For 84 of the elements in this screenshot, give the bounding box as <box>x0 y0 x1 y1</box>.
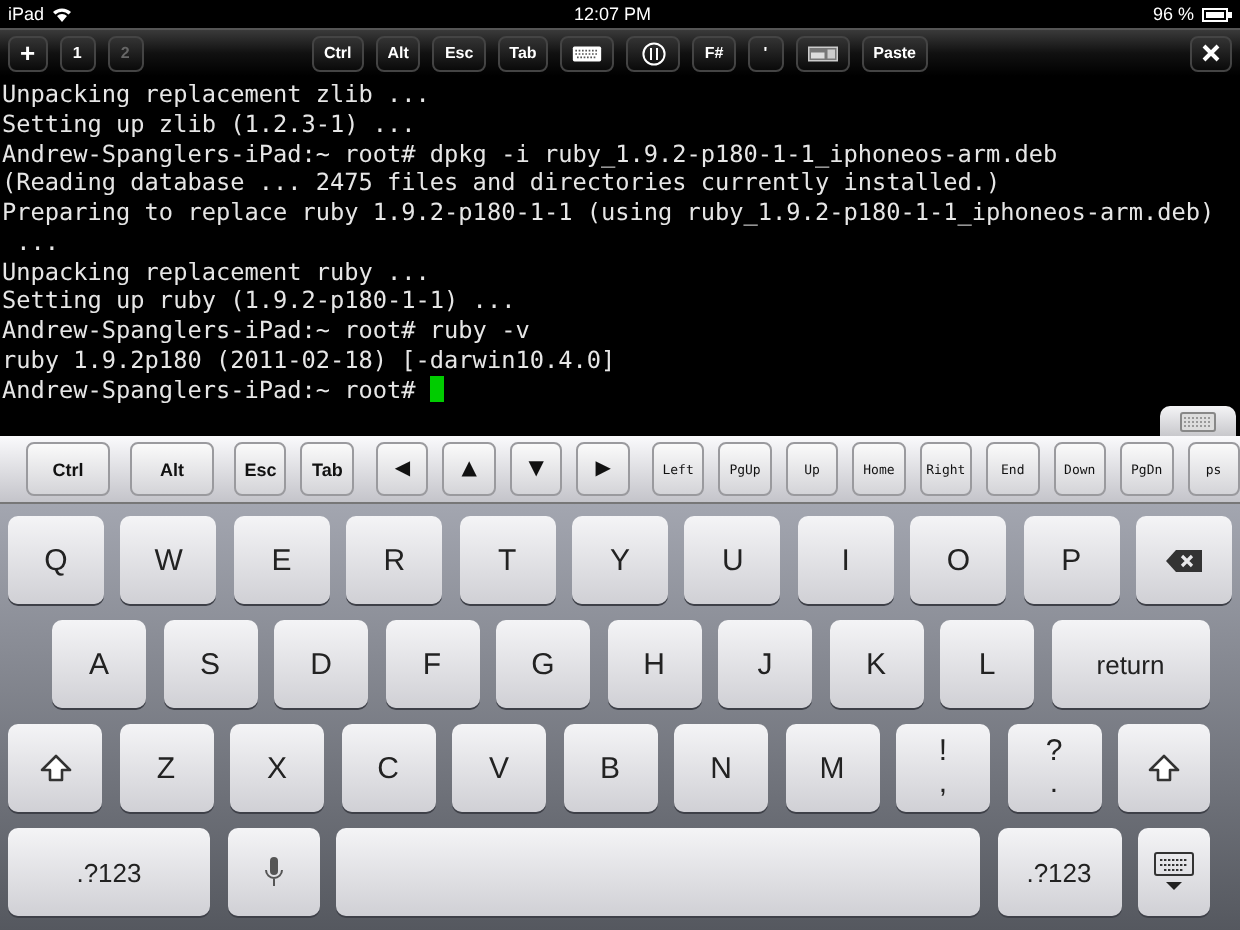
key[interactable]: ! , <box>896 724 990 812</box>
return-key[interactable]: return <box>1051 620 1210 708</box>
terminal-line: ... <box>14 227 62 257</box>
key[interactable]: X <box>230 724 324 812</box>
key[interactable]: G <box>496 620 590 708</box>
terminal-line: (Reading database ... 2475 files and directories currently installed.) <box>2 168 1003 198</box>
keyboard-icon <box>1180 411 1216 431</box>
keyboard-icon <box>1154 852 1194 892</box>
key[interactable]: T <box>459 516 556 604</box>
backspace-key[interactable] <box>1136 516 1232 604</box>
toolbar-key[interactable]: Ctrl <box>311 35 364 71</box>
key[interactable]: S <box>163 620 257 708</box>
close-icon <box>1202 44 1220 62</box>
key[interactable]: R <box>346 516 443 604</box>
key[interactable]: Q <box>8 516 104 604</box>
battery-icon <box>1202 7 1232 21</box>
extra-key[interactable]: Ctrl <box>26 442 110 496</box>
device-name: iPad <box>8 4 45 24</box>
extra-key[interactable]: Esc <box>234 442 287 496</box>
toolbar-key[interactable]: F# <box>692 35 736 71</box>
toolbar-key[interactable]: Esc <box>432 35 486 71</box>
key[interactable]: E <box>233 516 330 604</box>
new-tab-button[interactable]: + <box>8 35 48 71</box>
key[interactable]: U <box>684 516 781 604</box>
terminal-line: Setting up zlib (1.2.3-1) ... <box>2 109 418 139</box>
close-button[interactable] <box>1190 35 1232 71</box>
numbers-key[interactable]: .?123 <box>997 828 1121 916</box>
panel-icon <box>807 43 838 63</box>
key[interactable]: V <box>452 724 546 812</box>
toolbar-key[interactable]: Paste <box>861 35 929 71</box>
key[interactable]: Y <box>572 516 668 604</box>
hide-keyboard-key[interactable] <box>1138 828 1210 916</box>
toolbar-key[interactable] <box>560 35 615 71</box>
dictation-key[interactable] <box>227 828 319 916</box>
key[interactable]: F <box>385 620 479 708</box>
toolbar-key[interactable]: ' <box>747 35 784 71</box>
terminal-line: Setting up ruby (1.9.2-p180-1-1) ... <box>2 286 518 316</box>
key[interactable]: A <box>52 620 146 708</box>
battery-percent: 96 % <box>1152 4 1194 24</box>
key[interactable]: K <box>829 620 923 708</box>
key[interactable]: C <box>341 724 435 812</box>
keyboard-icon <box>572 43 603 63</box>
extra-key[interactable]: Tab <box>300 442 354 496</box>
key[interactable]: H <box>607 620 701 708</box>
toolbar-key[interactable] <box>626 35 681 71</box>
backspace-icon <box>1166 549 1203 571</box>
toolbar-key[interactable]: Tab <box>497 35 549 71</box>
key[interactable]: D <box>274 620 368 708</box>
toolbar-key[interactable]: Alt <box>375 35 421 71</box>
extra-key[interactable]: Alt <box>130 442 214 496</box>
terminal-line: Unpacking replacement zlib ... <box>2 80 432 110</box>
key[interactable]: ? . <box>1007 724 1101 812</box>
key[interactable]: I <box>797 516 894 604</box>
numbers-key[interactable]: .?123 <box>8 828 210 916</box>
key[interactable]: P <box>1023 516 1120 604</box>
terminal-line: ruby 1.9.2p180 (2011-02-18) [-darwin10.4.0] <box>2 345 618 375</box>
toolbar-key[interactable] <box>795 35 850 71</box>
terminal-line: Andrew-Spanglers-iPad:~ root# dpkg -i ruby_1.9.2-p180-1-1_iphoneos-arm.deb <box>2 139 1060 169</box>
terminal-line: Preparing to replace ruby 1.9.2-p180-1-1 (using ruby_1.9.2-p180-1-1_iphoneos-arm.deb) <box>2 198 1217 228</box>
wifi-icon <box>52 6 73 22</box>
key[interactable]: N <box>674 724 768 812</box>
key[interactable]: L <box>940 620 1034 708</box>
shift-key[interactable] <box>1118 724 1210 812</box>
key[interactable]: B <box>563 724 657 812</box>
key[interactable]: M <box>785 724 879 812</box>
shift-icon <box>39 754 71 782</box>
arrow-key[interactable]: ▼ <box>509 442 563 496</box>
arrow-key[interactable]: ▶ <box>576 442 630 496</box>
clock: 12:07 PM <box>573 4 652 24</box>
circle-icon <box>641 41 666 65</box>
shift-icon <box>1148 754 1180 782</box>
arrow-key[interactable]: ◀ <box>375 442 429 496</box>
terminal-tab[interactable]: 1 <box>59 35 96 71</box>
key[interactable]: Z <box>119 724 213 812</box>
terminal-line: Andrew-Spanglers-iPad:~ root# ruby -v <box>2 316 532 346</box>
key[interactable]: J <box>718 620 812 708</box>
terminal-line: Unpacking replacement ruby ... <box>2 257 432 287</box>
key[interactable]: W <box>120 516 217 604</box>
key[interactable]: O <box>910 516 1007 604</box>
shift-key[interactable] <box>8 724 102 812</box>
terminal-line: Andrew-Spanglers-iPad:~ root# <box>2 375 1240 405</box>
arrow-key[interactable]: ▲ <box>442 442 496 496</box>
keyboard-tab[interactable] <box>1160 406 1236 436</box>
microphone-icon <box>263 856 283 888</box>
